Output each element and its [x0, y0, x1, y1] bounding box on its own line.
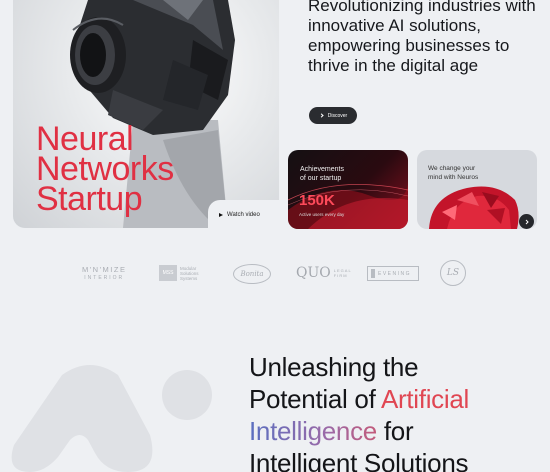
achievements-label-line: Achievements [300, 166, 344, 173]
solutions-logo: MSS Modular Solutions Systems [159, 265, 208, 281]
quo-logo-text: QUO [296, 265, 331, 281]
quo-legal-logo: QUO LEGAL FIRM [296, 265, 354, 281]
achievements-label: Achievements of our startup [300, 165, 344, 183]
red-wave-graphic [288, 180, 408, 229]
headline-highlight-red: Artificial [380, 384, 469, 414]
watch-video-button[interactable]: Watch video [219, 212, 260, 218]
minimize-logo-bottom: INTERIOR [84, 275, 125, 281]
headline-line: Intelligence for [249, 415, 469, 447]
circle-monogram-logo: LS [440, 260, 466, 286]
minimize-interior-logo: M'N'MIZE INTERIOR [82, 266, 126, 282]
hero-tagline: Revolutionizing industries with innovati… [308, 0, 536, 75]
headline-text: Potential of [249, 384, 381, 414]
quo-logo-small: LEGAL FIRM [333, 268, 352, 278]
hero-image-card: Neural Networks Startup [13, 0, 279, 228]
arrow-right-icon [319, 113, 324, 118]
headline-highlight-gradient: Intelligence [249, 416, 377, 446]
evening-logo-mark [371, 269, 375, 278]
evening-logo: EVENING [367, 266, 419, 281]
play-icon [219, 213, 223, 217]
partner-logos: M'N'MIZE INTERIOR MSS Modular Solutions … [80, 258, 480, 288]
watch-video-label: Watch video [227, 212, 260, 218]
headline-line: Potential of Artificial [249, 383, 469, 415]
hero-title-line: Startup [36, 180, 143, 218]
evening-logo-text: EVENING [378, 270, 412, 277]
chevron-right-icon [525, 219, 529, 224]
headline-line: Intelligent Solutions [249, 448, 469, 472]
headline-text: for [376, 416, 414, 446]
section-headline: Unleashing the Potential of Artificial I… [249, 351, 469, 472]
solutions-logo-box: MSS [159, 265, 177, 281]
achievements-label-line: of our startup [300, 175, 342, 182]
next-slide-button[interactable] [519, 214, 534, 229]
hero-title: Neural Networks Startup [36, 122, 174, 218]
solutions-logo-text: Modular Solutions Systems [180, 265, 199, 281]
active-users-caption: Active users every day [299, 212, 345, 217]
discover-button[interactable]: Discover [309, 107, 357, 124]
headline-line: Unleashing the [249, 352, 419, 382]
active-users-count: 150K [299, 192, 335, 209]
bonita-script-logo: Bonita [233, 264, 271, 284]
achievements-card[interactable]: Achievements of our startup 150K Active … [288, 150, 408, 229]
minimize-logo-top: M'N'MIZE [82, 265, 127, 274]
discover-label: Discover [327, 112, 348, 119]
brand-shape-graphic [11, 365, 212, 472]
